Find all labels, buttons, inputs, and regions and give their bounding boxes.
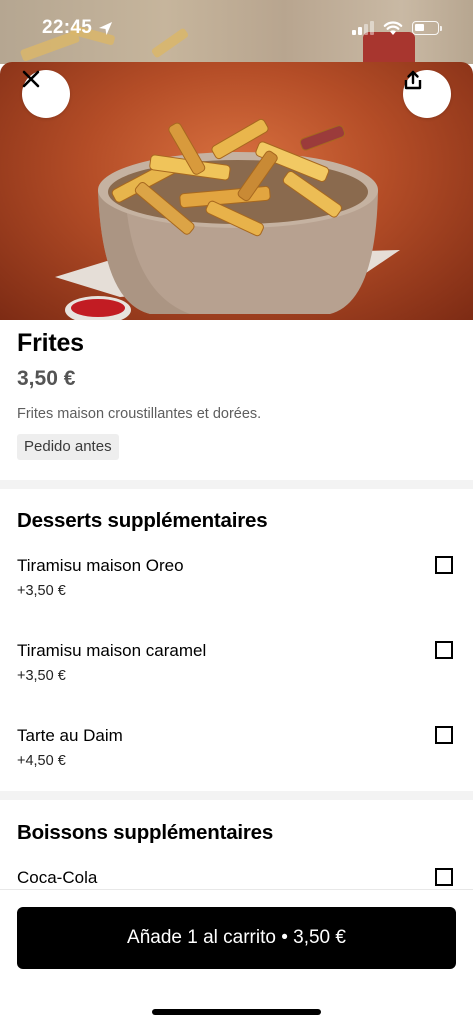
- fries-bowl-illustration: [55, 118, 400, 320]
- checkbox[interactable]: [435, 726, 453, 744]
- option-name: Tarte au Daim: [17, 726, 123, 745]
- section-divider: [0, 791, 473, 800]
- add-to-cart-label: Añade 1 al carrito • 3,50 €: [127, 927, 346, 948]
- option-name: Coca-Cola: [17, 868, 98, 887]
- bottom-bar: Añade 1 al carrito • 3,50 €: [0, 889, 473, 1025]
- section-divider: [0, 480, 473, 489]
- share-button[interactable]: [403, 70, 451, 118]
- share-icon: [404, 70, 422, 90]
- option-price: +3,50 €: [17, 583, 66, 599]
- option-price: +3,50 €: [17, 668, 66, 684]
- checkbox[interactable]: [435, 641, 453, 659]
- battery-icon: [412, 21, 442, 35]
- time-text: 22:45: [42, 17, 93, 38]
- option-name: Tiramisu maison Oreo: [17, 556, 184, 575]
- product-price: 3,50 €: [17, 367, 76, 390]
- status-time: 22:45: [42, 17, 113, 39]
- wifi-icon: [383, 20, 403, 35]
- section-title-desserts: Desserts supplémentaires: [17, 509, 268, 532]
- product-info: Frites 3,50 € Frites maison croustillant…: [17, 326, 457, 460]
- status-bar: 22:45: [0, 0, 473, 56]
- product-title: Frites: [17, 329, 84, 357]
- option-tarte-daim[interactable]: Tarte au Daim +4,50 €: [0, 725, 473, 785]
- checkbox[interactable]: [435, 868, 453, 886]
- product-image: [0, 62, 473, 320]
- checkbox[interactable]: [435, 556, 453, 574]
- close-button[interactable]: [22, 70, 70, 118]
- option-name: Tiramisu maison caramel: [17, 641, 207, 660]
- option-tiramisu-caramel[interactable]: Tiramisu maison caramel +3,50 €: [0, 640, 473, 700]
- home-indicator[interactable]: [152, 1009, 321, 1015]
- add-to-cart-button[interactable]: Añade 1 al carrito • 3,50 €: [17, 907, 456, 969]
- option-tiramisu-oreo[interactable]: Tiramisu maison Oreo +3,50 €: [0, 555, 473, 615]
- section-title-boissons: Boissons supplémentaires: [17, 821, 274, 844]
- product-description: Frites maison croustillantes et dorées.: [17, 406, 262, 422]
- cellular-signal-icon: [352, 21, 374, 35]
- option-price: +4,50 €: [17, 753, 66, 769]
- order-ahead-tag: Pedido antes: [17, 434, 119, 460]
- location-arrow-icon: [99, 21, 113, 35]
- close-icon: [22, 70, 40, 88]
